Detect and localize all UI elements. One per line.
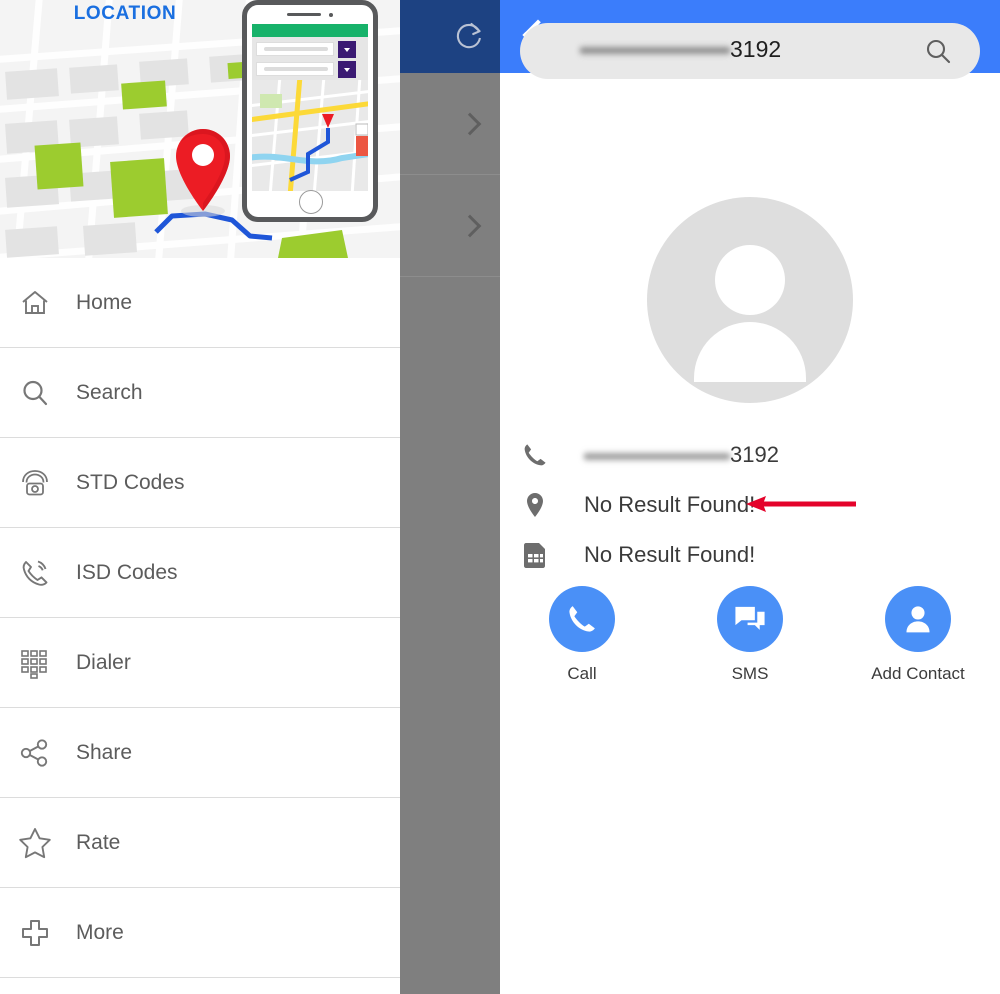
search-result-screen: Search 3192 31 — [500, 0, 1000, 994]
sim-card-icon — [518, 538, 552, 572]
list-item[interactable] — [400, 175, 500, 277]
sidebar-item-rate[interactable]: Rate — [0, 798, 400, 888]
search-icon[interactable] — [924, 37, 952, 65]
phone-illustration — [242, 0, 378, 222]
sidebar-item-label: Share — [76, 740, 133, 764]
refresh-icon[interactable] — [452, 20, 486, 54]
add-contact-button[interactable]: Add Contact — [853, 586, 983, 684]
drawer-menu-list: Home Search STD Codes ISD Codes Dialer S… — [0, 258, 400, 994]
chevron-right-icon — [458, 214, 482, 238]
avatar — [647, 197, 853, 403]
chevron-right-icon — [458, 112, 482, 136]
dialpad-icon — [14, 642, 56, 684]
detail-operator-value: No Result Found! — [584, 542, 756, 567]
list-item[interactable] — [400, 73, 500, 175]
home-icon — [14, 282, 56, 324]
sidebar-item-label: Home — [76, 290, 133, 314]
search-input-value: 3192 — [580, 36, 781, 63]
action-label: Call — [567, 664, 597, 683]
phone-icon — [549, 586, 615, 652]
drawer-banner-title: LOCATION — [73, 3, 177, 24]
detail-phone-value: 3192 — [584, 442, 779, 468]
sidebar-item-label: Search — [76, 380, 143, 404]
star-icon — [14, 822, 56, 864]
search-input[interactable]: 3192 — [520, 23, 980, 79]
action-button-row: Call SMS Add Contact — [500, 586, 1000, 684]
sidebar-item-label: STD Codes — [76, 470, 185, 494]
share-icon — [14, 732, 56, 774]
map-pin-icon — [176, 129, 230, 217]
search-icon — [14, 372, 56, 414]
action-label: Add Contact — [871, 664, 965, 683]
sidebar-item-extra[interactable] — [0, 978, 400, 994]
detail-row-location: No Result Found! — [518, 488, 755, 522]
location-pin-icon — [518, 488, 552, 522]
search-value-suffix: 3192 — [730, 36, 782, 62]
plus-icon — [14, 912, 56, 954]
sidebar-item-isd-codes[interactable]: ISD Codes — [0, 528, 400, 618]
person-add-icon — [885, 586, 951, 652]
action-label: SMS — [731, 664, 769, 683]
detail-row-operator: No Result Found! — [518, 538, 755, 572]
redacted-number-blur — [584, 449, 730, 463]
annotation-arrow-icon — [746, 496, 856, 512]
detail-row-phone: 3192 — [518, 438, 779, 472]
call-button[interactable]: Call — [517, 586, 647, 684]
drawer-scrim-overlay[interactable] — [400, 0, 500, 994]
navigation-drawer: LOCATION Home Search STD Codes ISD Codes… — [0, 0, 400, 994]
sidebar-item-label: Rate — [76, 830, 121, 854]
sidebar-item-home[interactable]: Home — [0, 258, 400, 348]
redacted-number-blur — [580, 44, 730, 58]
sidebar-item-more[interactable]: More — [0, 888, 400, 978]
sidebar-item-dialer[interactable]: Dialer — [0, 618, 400, 708]
sidebar-item-std-codes[interactable]: STD Codes — [0, 438, 400, 528]
sms-button[interactable]: SMS — [685, 586, 815, 684]
sidebar-item-label: ISD Codes — [76, 560, 178, 584]
sidebar-item-share[interactable]: Share — [0, 708, 400, 798]
phone-ring-icon — [14, 552, 56, 594]
phone-icon — [518, 438, 552, 472]
scrim-top-navy-bar — [400, 0, 500, 73]
sidebar-item-label: More — [76, 920, 124, 944]
list-item[interactable] — [400, 277, 500, 994]
message-icon — [717, 586, 783, 652]
detail-location-value: No Result Found! — [584, 492, 756, 517]
person-placeholder-icon — [715, 245, 785, 315]
app-root: LOCATION Home Search STD Codes ISD Codes… — [0, 0, 1000, 994]
landline-phone-icon — [14, 462, 56, 504]
sidebar-item-search[interactable]: Search — [0, 348, 400, 438]
sidebar-item-label: Dialer — [76, 650, 131, 674]
drawer-header-banner: LOCATION — [0, 0, 400, 258]
